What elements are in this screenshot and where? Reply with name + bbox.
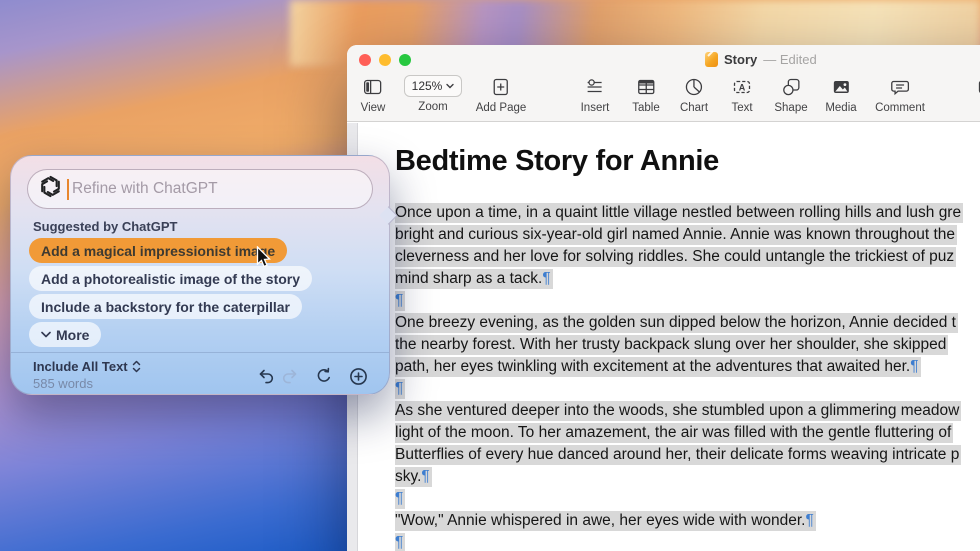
document-line: Once upon a time, in a quaint little vil… bbox=[395, 203, 964, 223]
word-count-label: 585 words bbox=[33, 376, 93, 391]
document-content: Bedtime Story for Annie Once upon a time… bbox=[395, 123, 980, 551]
suggested-by-label: Suggested by ChatGPT bbox=[33, 219, 178, 234]
toolbar-zoom-control[interactable]: 125% Zoom bbox=[404, 75, 462, 113]
shape-icon bbox=[774, 75, 807, 98]
retry-icon bbox=[317, 367, 330, 382]
toolbar-insert-button[interactable]: Insert bbox=[581, 75, 610, 114]
redo-button[interactable] bbox=[280, 366, 300, 386]
more-suggestions-button[interactable]: More bbox=[29, 322, 102, 347]
media-photo-icon bbox=[825, 75, 856, 98]
document-line: Butterflies of every hue danced around h… bbox=[395, 445, 962, 465]
document-line: One breezy evening, as the golden sun di… bbox=[395, 313, 958, 333]
document-line: As she ventured deeper into the woods, s… bbox=[395, 401, 962, 421]
document-area[interactable]: Bedtime Story for Annie Once upon a time… bbox=[347, 123, 980, 551]
window-edited-status: — Edited bbox=[763, 52, 817, 67]
toolbar-comment-button[interactable]: Comment bbox=[875, 75, 925, 114]
add-page-icon bbox=[476, 75, 527, 98]
text-caret bbox=[67, 178, 69, 200]
window-titlebar: Story — Edited bbox=[705, 52, 817, 67]
table-icon bbox=[632, 75, 660, 98]
zoom-dropdown[interactable]: 125% bbox=[404, 75, 462, 97]
document-line: ¶ bbox=[395, 379, 406, 399]
text-box-icon: A bbox=[731, 75, 753, 98]
undo-button[interactable] bbox=[256, 366, 276, 386]
chevron-down-icon bbox=[41, 331, 51, 338]
plus-circle-icon bbox=[349, 367, 367, 385]
toolbar-text-button[interactable]: A Text bbox=[731, 75, 753, 114]
footer-divider bbox=[11, 352, 389, 353]
insert-icon bbox=[581, 75, 610, 98]
document-line: bright and curious six-year-old girl nam… bbox=[395, 225, 958, 245]
include-text-scope-selector[interactable]: Include All Text bbox=[33, 359, 141, 374]
pages-document-icon bbox=[705, 52, 718, 67]
comment-bubble-icon bbox=[875, 75, 925, 98]
undo-icon bbox=[259, 369, 274, 384]
chatgpt-refine-panel: Refine with ChatGPT Suggested by ChatGPT… bbox=[10, 155, 398, 395]
chevron-down-icon bbox=[446, 83, 455, 89]
add-button[interactable] bbox=[348, 366, 368, 386]
redo-icon bbox=[282, 369, 297, 384]
close-window-button[interactable] bbox=[359, 54, 371, 66]
document-line: ¶ bbox=[395, 291, 406, 311]
document-line: ¶ bbox=[395, 489, 406, 509]
up-down-chevron-icon bbox=[132, 360, 140, 373]
toolbar-chart-button[interactable]: Chart bbox=[680, 75, 708, 114]
suggestion-magical-impressionist[interactable]: Add a magical impressionist image bbox=[29, 238, 288, 263]
document-line: the nearby forest. With her trusty backp… bbox=[395, 335, 949, 355]
document-line: ¶ bbox=[395, 533, 406, 551]
document-line: cleverness and her love for solving ridd… bbox=[395, 247, 957, 267]
retry-button[interactable] bbox=[314, 366, 334, 386]
zoom-window-button[interactable] bbox=[399, 54, 411, 66]
toolbar-shape-button[interactable]: Shape bbox=[774, 75, 808, 114]
toolbar-media-button[interactable]: Media bbox=[825, 75, 857, 114]
view-sidebar-icon bbox=[361, 75, 386, 98]
traffic-lights bbox=[359, 54, 411, 66]
minimize-window-button[interactable] bbox=[379, 54, 391, 66]
chatgpt-logo-icon bbox=[38, 174, 63, 204]
toolbar-add-page-button[interactable]: Add Page bbox=[476, 75, 527, 114]
mouse-cursor bbox=[256, 245, 273, 275]
chatgpt-prompt-input[interactable]: Refine with ChatGPT bbox=[27, 169, 373, 209]
chart-pie-icon bbox=[680, 75, 708, 98]
document-line: light of the moon. To her amazement, the… bbox=[395, 423, 954, 443]
toolbar-view-button[interactable]: View bbox=[361, 75, 386, 114]
window-chrome: Story — Edited View 125% Zoom Add Page I… bbox=[347, 45, 980, 122]
document-heading: Bedtime Story for Annie bbox=[395, 145, 719, 177]
window-title: Story bbox=[724, 52, 758, 67]
input-placeholder: Refine with ChatGPT bbox=[72, 180, 218, 197]
document-line: mind sharp as a tack.¶ bbox=[395, 269, 553, 289]
pages-window: Story — Edited View 125% Zoom Add Page I… bbox=[347, 45, 980, 551]
document-body: Once upon a time, in a quaint little vil… bbox=[395, 202, 980, 551]
toolbar-partial-button[interactable] bbox=[976, 75, 980, 98]
document-line: path, her eyes twinkling with excitement… bbox=[395, 357, 921, 377]
partial-icon bbox=[976, 75, 980, 98]
toolbar-table-button[interactable]: Table bbox=[632, 75, 660, 114]
document-line: sky.¶ bbox=[395, 467, 432, 487]
suggestion-backstory[interactable]: Include a backstory for the caterpillar bbox=[29, 294, 302, 319]
document-line: "Wow," Annie whispered in awe, her eyes … bbox=[395, 511, 816, 531]
svg-text:A: A bbox=[739, 82, 746, 92]
